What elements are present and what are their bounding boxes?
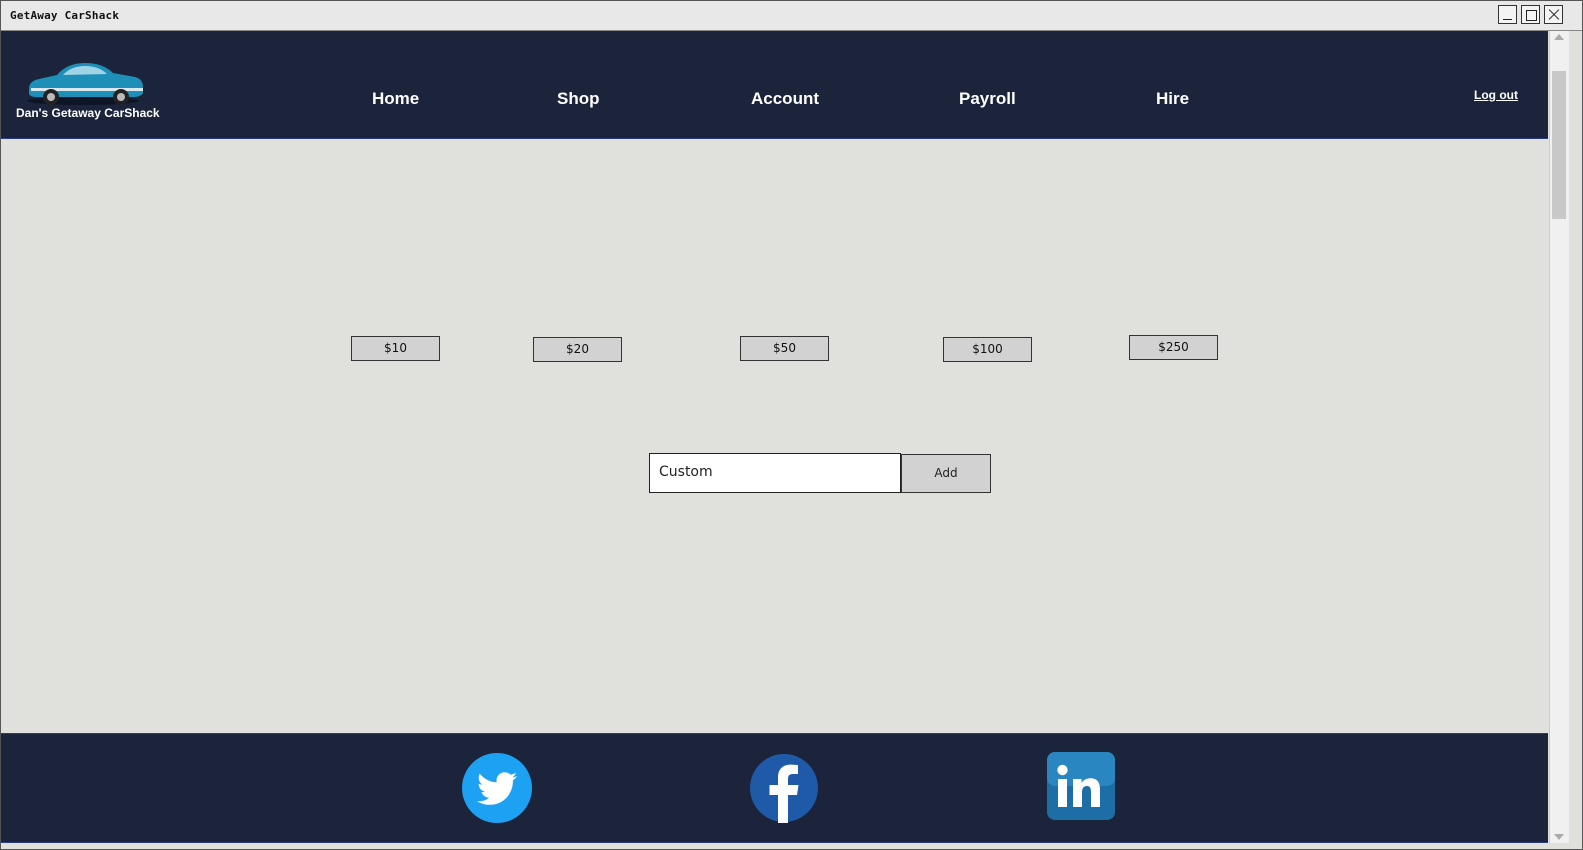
facebook-icon[interactable] bbox=[749, 753, 819, 823]
logout-link[interactable]: Log out bbox=[1474, 88, 1518, 102]
car-logo-icon[interactable] bbox=[23, 55, 145, 109]
twitter-icon[interactable] bbox=[461, 752, 533, 824]
amount-250-button[interactable]: $250 bbox=[1129, 335, 1218, 360]
scroll-up-arrow-icon[interactable] bbox=[1554, 34, 1564, 40]
nav-payroll[interactable]: Payroll bbox=[959, 89, 1016, 109]
app-window: GetAway CarShack Dan's Getaway CarShack … bbox=[0, 0, 1583, 850]
scroll-thumb[interactable] bbox=[1552, 71, 1566, 219]
close-button[interactable] bbox=[1544, 5, 1563, 24]
maximize-button[interactable] bbox=[1521, 5, 1540, 24]
amount-10-button[interactable]: $10 bbox=[351, 336, 440, 361]
linkedin-icon[interactable] bbox=[1046, 751, 1116, 821]
minimize-button[interactable] bbox=[1498, 5, 1517, 24]
nav-account[interactable]: Account bbox=[751, 89, 819, 109]
window-title: GetAway CarShack bbox=[10, 9, 120, 22]
nav-hire[interactable]: Hire bbox=[1156, 89, 1189, 109]
amount-100-button[interactable]: $100 bbox=[943, 337, 1032, 362]
scroll-down-arrow-icon[interactable] bbox=[1554, 834, 1564, 840]
nav-home[interactable]: Home bbox=[372, 89, 419, 109]
custom-amount-input[interactable]: Custom bbox=[649, 453, 901, 493]
site-footer bbox=[1, 733, 1548, 843]
amount-20-button[interactable]: $20 bbox=[533, 337, 622, 362]
vertical-scrollbar[interactable] bbox=[1549, 31, 1569, 843]
nav-shop[interactable]: Shop bbox=[557, 89, 600, 109]
title-bar: GetAway CarShack bbox=[1, 1, 1582, 31]
amount-50-button[interactable]: $50 bbox=[740, 336, 829, 361]
brand-name: Dan's Getaway CarShack bbox=[16, 106, 160, 120]
main-content: $10 $20 $50 $100 $250 Custom Add bbox=[1, 139, 1548, 733]
add-button[interactable]: Add bbox=[901, 454, 991, 493]
site-header: Dan's Getaway CarShack Home Shop Account… bbox=[1, 31, 1548, 139]
